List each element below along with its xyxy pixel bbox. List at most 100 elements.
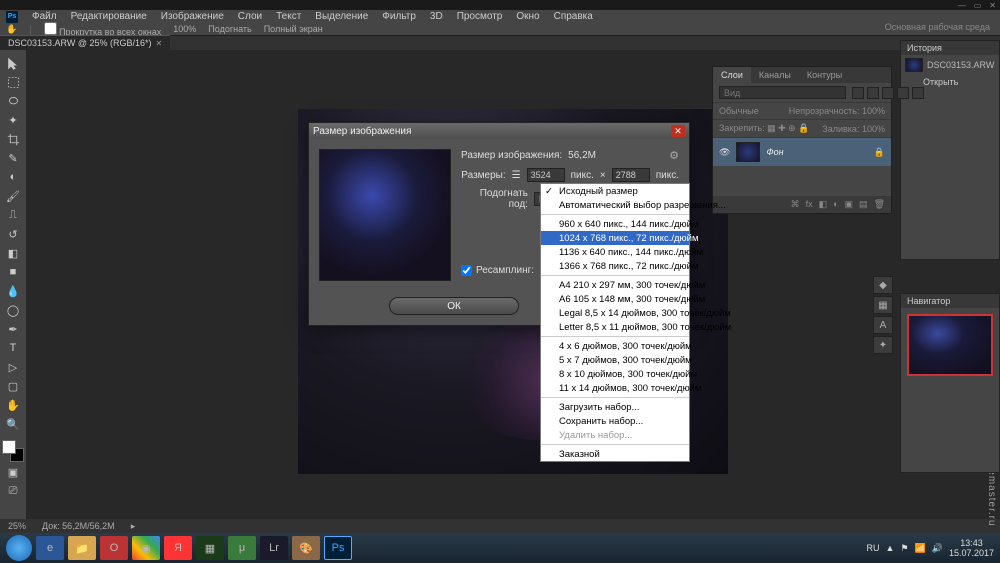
tray-action-icon[interactable]: ⚑ — [900, 543, 908, 554]
layer-filter-icons[interactable] — [852, 87, 924, 99]
zoom-tool[interactable]: 🔍 — [2, 415, 24, 433]
link-layers-icon[interactable]: ⌘ — [791, 199, 800, 210]
fit-button[interactable]: Подогнать — [208, 24, 251, 34]
layer-kind-select[interactable] — [719, 86, 846, 99]
menu-view[interactable]: Просмотр — [457, 11, 503, 22]
panel-icon-color[interactable]: ◆ — [873, 276, 893, 294]
zoom-100-button[interactable]: 100% — [173, 24, 196, 34]
document-tab[interactable]: DSC03153.ARW @ 25% (RGB/16*) ✕ — [0, 35, 170, 50]
taskbar-yandex[interactable]: Я — [164, 536, 192, 560]
taskbar-chrome[interactable]: ◉ — [132, 536, 160, 560]
dropdown-item[interactable]: A4 210 x 297 мм, 300 точек/дюйм — [541, 278, 689, 292]
taskbar-lightroom[interactable]: Lr — [260, 536, 288, 560]
adjustment-icon[interactable]: ◐ — [833, 199, 838, 210]
blend-mode-label[interactable]: Обычные — [719, 106, 759, 116]
stamp-tool[interactable]: ⎍ — [2, 206, 24, 224]
workspace-selector[interactable]: Основная рабочая среда — [885, 22, 990, 32]
tab-layers[interactable]: Слои — [713, 67, 751, 83]
visibility-icon[interactable]: 👁 — [719, 147, 730, 158]
taskbar-photoshop[interactable]: Ps — [324, 536, 352, 560]
tray-lang[interactable]: RU — [867, 543, 880, 553]
tab-history[interactable]: История — [901, 41, 999, 55]
close-icon[interactable]: ✕ — [989, 1, 996, 10]
eyedropper-tool[interactable]: ✎ — [2, 149, 24, 167]
taskbar-app2[interactable]: 🎨 — [292, 536, 320, 560]
color-swatches[interactable] — [2, 440, 24, 462]
delete-icon[interactable]: 🗑 — [874, 199, 885, 210]
menu-window[interactable]: Окно — [516, 11, 539, 22]
tray-flag-icon[interactable]: ▲ — [886, 543, 895, 553]
menu-file[interactable]: Файл — [32, 11, 57, 22]
maximize-icon[interactable]: ▭ — [974, 1, 982, 10]
taskbar-ie[interactable]: e — [36, 536, 64, 560]
layer-row[interactable]: 👁 Фон 🔒 — [713, 138, 891, 166]
taskbar-explorer[interactable]: 📁 — [68, 536, 96, 560]
menu-filter[interactable]: Фильтр — [382, 11, 416, 22]
menu-text[interactable]: Текст — [276, 11, 301, 22]
panel-icon-swatches[interactable]: ▦ — [873, 296, 893, 314]
tab-close-icon[interactable]: ✕ — [156, 39, 163, 48]
tray-sound-icon[interactable]: 🔊 — [932, 543, 943, 554]
tray-clock[interactable]: 13:43 15.07.2017 — [949, 538, 994, 558]
start-button[interactable] — [6, 535, 32, 561]
dropdown-item[interactable]: Letter 8,5 x 11 дюймов, 300 точек/дюйм — [541, 320, 689, 334]
dodge-tool[interactable]: ◯ — [2, 301, 24, 319]
dropdown-item[interactable]: Сохранить набор... — [541, 414, 689, 428]
fill-value[interactable]: 100% — [862, 124, 885, 134]
taskbar-utorrent[interactable]: μ — [228, 536, 256, 560]
hand-tool[interactable]: ✋ — [2, 396, 24, 414]
opacity-value[interactable]: 100% — [862, 106, 885, 116]
hand-tool-icon[interactable]: ✋ — [6, 24, 17, 35]
taskbar-app1[interactable]: ▦ — [196, 536, 224, 560]
dropdown-item[interactable]: 5 x 7 дюймов, 300 точек/дюйм — [541, 353, 689, 367]
menu-select[interactable]: Выделение — [315, 11, 368, 22]
dropdown-item[interactable]: 4 x 6 дюймов, 300 точек/дюйм — [541, 339, 689, 353]
mask-icon[interactable]: ◧ — [819, 199, 828, 210]
dropdown-item[interactable]: 8 x 10 дюймов, 300 точек/дюйм — [541, 367, 689, 381]
dropdown-item[interactable]: A6 105 x 148 мм, 300 точек/дюйм — [541, 292, 689, 306]
quickmask-tool[interactable]: ▣ — [2, 463, 24, 481]
dropdown-item[interactable]: Загрузить набор... — [541, 400, 689, 414]
dropdown-item[interactable]: Автоматический выбор разрешения... — [541, 198, 689, 212]
full-screen-button[interactable]: Полный экран — [264, 24, 323, 34]
marquee-tool[interactable] — [2, 73, 24, 91]
dropdown-item[interactable]: 11 x 14 дюймов, 300 точек/дюйм — [541, 381, 689, 395]
panel-icon-styles[interactable]: ✦ — [873, 336, 893, 354]
path-tool[interactable]: ▷ — [2, 358, 24, 376]
layer-name[interactable]: Фон — [766, 147, 867, 157]
dropdown-item[interactable]: Заказной — [541, 447, 689, 461]
dialog-close-button[interactable]: ✕ — [671, 125, 685, 137]
dropdown-item[interactable]: 1136 x 640 пикс., 144 пикс./дюйм — [541, 245, 689, 259]
tab-paths[interactable]: Контуры — [799, 67, 850, 83]
tray-network-icon[interactable]: 📶 — [915, 543, 926, 554]
eraser-tool[interactable]: ◧ — [2, 244, 24, 262]
blur-tool[interactable]: 💧 — [2, 282, 24, 300]
dropdown-item[interactable]: 960 x 640 пикс., 144 пикс./дюйм — [541, 217, 689, 231]
menu-layers[interactable]: Слои — [238, 11, 262, 22]
menu-3d[interactable]: 3D — [430, 11, 443, 22]
ok-button[interactable]: ОК — [389, 297, 519, 315]
menu-image[interactable]: Изображение — [161, 11, 224, 22]
dropdown-item[interactable]: Исходный размер — [541, 184, 689, 198]
menu-help[interactable]: Справка — [554, 11, 593, 22]
dropdown-item[interactable]: 1366 x 768 пикс., 72 пикс./дюйм — [541, 259, 689, 273]
minimize-icon[interactable]: — — [958, 1, 966, 10]
shape-tool[interactable]: ▢ — [2, 377, 24, 395]
text-tool[interactable]: T — [2, 339, 24, 357]
heal-tool[interactable]: ◐ — [2, 168, 24, 186]
navigator-thumb[interactable] — [907, 314, 993, 376]
new-layer-icon[interactable]: ▤ — [859, 199, 868, 210]
dropdown-item[interactable]: 1024 x 768 пикс., 72 пикс./дюйм — [541, 231, 689, 245]
lasso-tool[interactable] — [2, 92, 24, 110]
history-brush-tool[interactable]: ↺ — [2, 225, 24, 243]
gradient-tool[interactable]: ■ — [2, 263, 24, 281]
brush-tool[interactable]: 🖌 — [2, 187, 24, 205]
taskbar-opera[interactable]: O — [100, 536, 128, 560]
crop-tool[interactable] — [2, 130, 24, 148]
wand-tool[interactable]: ✦ — [2, 111, 24, 129]
panel-icon-adjust[interactable]: A — [873, 316, 893, 334]
pen-tool[interactable]: ✒ — [2, 320, 24, 338]
menu-edit[interactable]: Редактирование — [71, 11, 147, 22]
history-snapshot[interactable]: DSC03153.ARW — [901, 55, 999, 75]
group-icon[interactable]: ▣ — [845, 199, 854, 210]
